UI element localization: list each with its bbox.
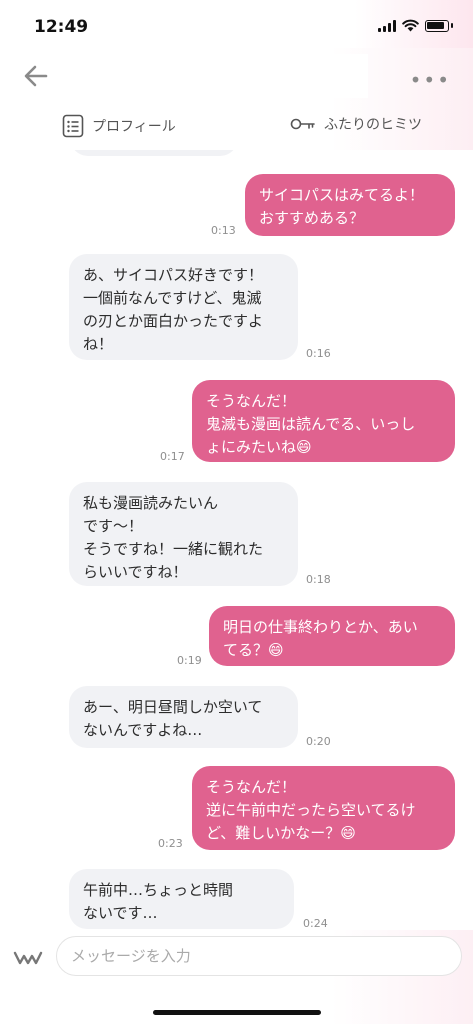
stamp-icon [13,951,43,965]
message-text: 午前中…ちょっと時間 ないです… [83,881,234,922]
tab-profile-label: プロフィール [92,119,176,135]
message-text: あー、明日昼間しか空いて ないんですよね… [83,698,263,739]
message-bubble-sent[interactable]: そうなんだ！ 鬼滅も漫画は読んでる、いっし ょにみたいね😄 [192,380,455,462]
message-time: 0:17 [160,450,185,463]
message-bubble-received[interactable]: 私も漫画読みたいん です〜！ そうですね！一緒に観れた らいいですね！ [69,482,298,586]
tab-secret-label: ふたりのヒミツ [324,117,422,133]
message-bubble-sent[interactable]: 明日の仕事終わりとか、あい てる？😄 [209,606,455,666]
more-dots-icon: ••• [409,68,451,92]
tab-secret[interactable]: ふたりのヒミツ [290,114,422,134]
message-input[interactable] [56,936,462,976]
message-bubble-received[interactable]: 午前中…ちょっと時間 ないです… [69,869,294,929]
home-indicator[interactable] [153,1010,321,1015]
message-text: そうなんだ！ 逆に午前中だったら空いてるけ ど、難しいかなー？😄 [206,778,416,842]
header-tabs: プロフィール ふたりのヒミツ [0,106,473,146]
message-bubble-partial [70,150,238,156]
message-time: 0:23 [158,837,183,850]
back-button[interactable] [20,60,52,92]
chat-header: ••• プロフィール ふたりのヒミツ [0,48,473,150]
message-list[interactable]: サイコパスはみてるよ！ おすすめある？ 0:13 あ、サイコパス好きです！ 一個… [0,150,473,930]
battery-icon [425,19,449,32]
arrow-left-icon [24,65,48,87]
key-icon [290,118,315,130]
message-text: 明日の仕事終わりとか、あい てる？😄 [223,618,418,659]
more-options-button[interactable]: ••• [410,68,451,92]
message-text: あ、サイコパス好きです！ 一個前なんですけど、鬼滅 の刃とか面白かったですよ ね… [83,266,264,353]
message-bubble-sent[interactable]: そうなんだ！ 逆に午前中だったら空いてるけ ど、難しいかなー？😄 [192,766,455,850]
message-time: 0:13 [211,224,236,237]
status-time: 12:49 [34,17,89,37]
signal-icon [378,19,396,32]
tab-profile[interactable]: プロフィール [62,114,176,138]
message-bubble-received[interactable]: あ、サイコパス好きです！ 一個前なんですけど、鬼滅 の刃とか面白かったですよ ね… [69,254,298,360]
stamp-button[interactable] [12,948,44,968]
message-bubble-received[interactable]: あー、明日昼間しか空いて ないんですよね… [69,686,298,748]
message-time: 0:24 [303,917,328,930]
message-time: 0:18 [306,573,331,586]
message-text: サイコパスはみてるよ！ おすすめある？ [259,186,425,227]
message-text: 私も漫画読みたいん です〜！ そうですね！一緒に観れた らいいですね！ [83,494,264,581]
status-icons [378,19,453,32]
composer [0,930,473,1024]
partner-name-area[interactable] [118,54,368,98]
message-time: 0:20 [306,735,331,748]
status-bar: 12:49 [0,0,473,48]
message-time: 0:16 [306,347,331,360]
message-text: そうなんだ！ 鬼滅も漫画は読んでる、いっし ょにみたいね😄 [206,392,416,456]
message-time: 0:19 [177,654,202,667]
profile-list-icon [62,114,84,138]
message-bubble-sent[interactable]: サイコパスはみてるよ！ おすすめある？ [245,174,455,236]
battery-tip [451,23,453,28]
wifi-icon [402,19,419,32]
